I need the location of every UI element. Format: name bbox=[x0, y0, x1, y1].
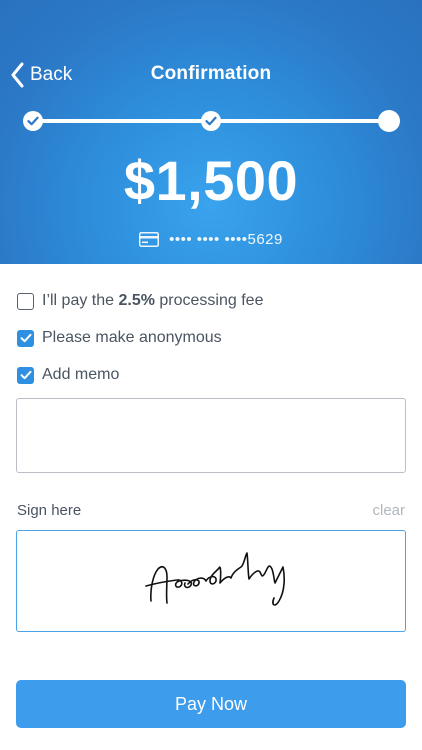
fee-label: I’ll pay the 2.5% processing fee bbox=[42, 292, 263, 310]
checkmark-icon bbox=[205, 116, 217, 126]
memo-checkbox[interactable] bbox=[17, 366, 34, 384]
fee-checkbox[interactable] bbox=[17, 292, 34, 310]
clear-signature-button[interactable]: clear bbox=[372, 502, 405, 519]
signature-pad[interactable] bbox=[16, 530, 406, 632]
page-title: Confirmation bbox=[150, 63, 272, 84]
checkmark-icon bbox=[27, 116, 39, 126]
progress-stepper bbox=[0, 0, 422, 264]
fee-label-prefix: I’ll pay the bbox=[42, 292, 119, 309]
card-info: •••• •••• ••••5629 bbox=[0, 231, 422, 248]
sign-label: Sign here bbox=[17, 502, 82, 519]
step-2-complete bbox=[201, 111, 221, 131]
anonymous-option[interactable]: Please make anonymous bbox=[17, 329, 222, 347]
signature-drawing bbox=[145, 552, 285, 606]
pay-now-button[interactable]: Pay Now bbox=[16, 680, 406, 728]
card-number: •••• •••• ••••5629 bbox=[169, 231, 283, 248]
header: Back Confirmation $1,500 •••• •••• ••••5… bbox=[0, 0, 422, 264]
checkmark-icon bbox=[20, 333, 31, 343]
stepper-line bbox=[33, 119, 389, 123]
fee-label-suffix: processing fee bbox=[154, 292, 264, 309]
anonymous-label: Please make anonymous bbox=[42, 329, 222, 346]
memo-input[interactable] bbox=[16, 398, 406, 473]
memo-label: Add memo bbox=[42, 366, 120, 383]
fee-percent: 2.5% bbox=[118, 292, 155, 309]
anonymous-checkbox[interactable] bbox=[17, 329, 34, 347]
checkmark-icon bbox=[20, 370, 31, 380]
step-1-complete bbox=[23, 111, 43, 131]
credit-card-icon bbox=[139, 232, 160, 247]
step-3-current bbox=[378, 110, 400, 132]
fee-option[interactable]: I’ll pay the 2.5% processing fee bbox=[17, 292, 263, 310]
amount: $1,500 bbox=[123, 149, 299, 212]
memo-option[interactable]: Add memo bbox=[17, 366, 119, 384]
